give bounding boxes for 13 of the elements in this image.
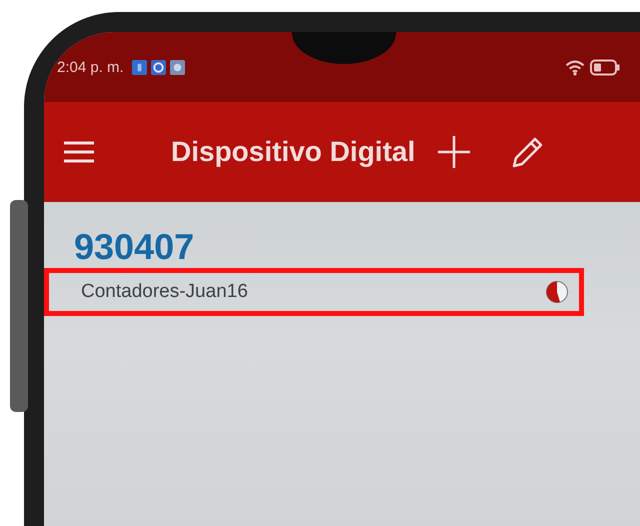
device-row[interactable]: Contadores-Juan16 [44, 268, 584, 316]
timer-icon [545, 280, 569, 304]
device-number: 930407 [74, 226, 194, 268]
wifi-icon [564, 58, 586, 76]
menu-icon[interactable] [64, 141, 94, 163]
circle-notification-icon [170, 60, 185, 74]
status-time: 2:04 p. m. [57, 58, 124, 76]
phone-notification-icon [132, 60, 147, 74]
app-title: Dispositivo Digital [171, 136, 416, 168]
battery-icon [590, 58, 620, 76]
device-name: Contadores-Juan16 [81, 281, 249, 303]
add-icon[interactable] [437, 135, 472, 169]
app-notification-icon [150, 60, 166, 74]
